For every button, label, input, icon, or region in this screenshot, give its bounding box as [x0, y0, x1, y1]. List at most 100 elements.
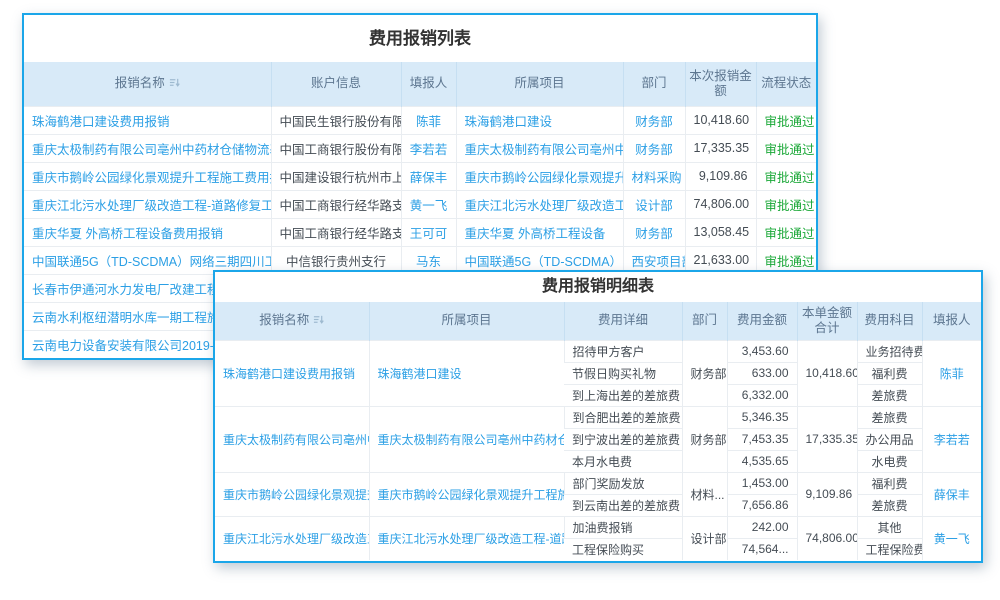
cell-amount: 6,332.00: [727, 384, 797, 406]
cell-project[interactable]: 重庆太极制药有限公司亳州中药材仓储物流: [369, 406, 564, 472]
list-col-header-amount: 本次报销金额: [685, 62, 756, 106]
cell-dept: 财务部: [682, 340, 727, 406]
detail-col-header-project: 所属项目: [369, 302, 564, 340]
table-row: 重庆太极制药有限公司亳州中药材仓储物流基地项... 中国工商银行股份有限... …: [24, 134, 816, 162]
cell-project[interactable]: 重庆江北污水处理厂级改造工...: [456, 190, 623, 218]
cell-amount: 3,453.60: [727, 340, 797, 362]
cell-category: 业务招待费: [857, 340, 922, 362]
cell-category: 其他: [857, 516, 922, 538]
list-col-header-account: 账户信息: [271, 62, 401, 106]
cell-detail: 加油费报销: [564, 516, 682, 538]
expense-detail-table: 报销名称 所属项目 费用详细 部门 费用金额 本单金额合计 费用科目 填报人 珠…: [215, 302, 981, 560]
cell-filler[interactable]: 王可可: [401, 218, 456, 246]
table-row: 重庆华夏 外高桥工程设备费用报销 中国工商银行经华路支行 王可可 重庆华夏 外高…: [24, 218, 816, 246]
cell-amount: 9,109.86: [685, 162, 756, 190]
cell-project[interactable]: 重庆江北污水处理厂级改造工程-道路修复工: [369, 516, 564, 560]
expense-list-title: 费用报销列表: [24, 15, 816, 62]
cell-amount: 5,346.35: [727, 406, 797, 428]
detail-col-header-dept: 部门: [682, 302, 727, 340]
list-header-row: 报销名称 账户信息 填报人 所属项目 部门 本次报销金额 流程状态: [24, 62, 816, 106]
cell-category: 差旅费: [857, 384, 922, 406]
cell-account: 中国工商银行股份有限...: [271, 134, 401, 162]
cell-dept[interactable]: 财务部: [623, 106, 685, 134]
cell-amount: 633.00: [727, 362, 797, 384]
cell-category: 福利费: [857, 472, 922, 494]
detail-col-header-total: 本单金额合计: [797, 302, 857, 340]
status-badge: 审批通过: [756, 162, 816, 190]
cell-amount: 10,418.60: [685, 106, 756, 134]
detail-col-header-category: 费用科目: [857, 302, 922, 340]
cell-dept[interactable]: 设计部: [623, 190, 685, 218]
cell-detail: 到上海出差的差旅费: [564, 384, 682, 406]
cell-name[interactable]: 重庆华夏 外高桥工程设备费用报销: [24, 218, 271, 246]
status-badge: 审批通过: [756, 134, 816, 162]
cell-total: 9,109.86: [797, 472, 857, 516]
cell-dept[interactable]: 财务部: [623, 134, 685, 162]
cell-project[interactable]: 重庆太极制药有限公司亳州中...: [456, 134, 623, 162]
table-row: 珠海鹤港口建设费用报销 中国民生银行股份有限... 陈菲 珠海鹤港口建设 财务部…: [24, 106, 816, 134]
expense-detail-title: 费用报销明细表: [215, 272, 981, 302]
cell-amount: 242.00: [727, 516, 797, 538]
list-col-header-status: 流程状态: [756, 62, 816, 106]
table-row: 珠海鹤港口建设费用报销 珠海鹤港口建设 招待甲方客户 财务部 3,453.60 …: [215, 340, 981, 362]
cell-total: 17,335.35: [797, 406, 857, 472]
cell-detail: 到合肥出差的差旅费: [564, 406, 682, 428]
cell-total: 10,418.60: [797, 340, 857, 406]
cell-total: 74,806.00: [797, 516, 857, 560]
sort-icon[interactable]: [169, 77, 180, 92]
cell-project[interactable]: 重庆市鹅岭公园绿化景观提升...: [456, 162, 623, 190]
cell-filler[interactable]: 黄一飞: [922, 516, 981, 560]
cell-filler[interactable]: 薛保丰: [401, 162, 456, 190]
cell-name[interactable]: 重庆市鹅岭公园绿化景观提升工程施工费用报销: [24, 162, 271, 190]
table-row: 重庆市鹅岭公园绿化景观提升工程 重庆市鹅岭公园绿化景观提升工程施工 部门奖励发放…: [215, 472, 981, 494]
cell-name[interactable]: 珠海鹤港口建设费用报销: [215, 340, 369, 406]
cell-category: 水电费: [857, 450, 922, 472]
cell-dept[interactable]: 财务部: [623, 218, 685, 246]
cell-amount: 1,453.00: [727, 472, 797, 494]
list-col-header-filler: 填报人: [401, 62, 456, 106]
cell-name[interactable]: 重庆江北污水处理厂级改造工程-: [215, 516, 369, 560]
cell-project[interactable]: 重庆华夏 外高桥工程设备: [456, 218, 623, 246]
cell-project[interactable]: 重庆市鹅岭公园绿化景观提升工程施工: [369, 472, 564, 516]
cell-amount: 17,335.35: [685, 134, 756, 162]
cell-name[interactable]: 重庆太极制药有限公司亳州中药材: [215, 406, 369, 472]
cell-name[interactable]: 珠海鹤港口建设费用报销: [24, 106, 271, 134]
cell-filler[interactable]: 李若若: [922, 406, 981, 472]
cell-detail: 到云南出差的差旅费: [564, 494, 682, 516]
cell-amount: 7,656.86: [727, 494, 797, 516]
cell-dept[interactable]: 材料采购: [623, 162, 685, 190]
cell-detail: 招待甲方客户: [564, 340, 682, 362]
list-col-header-project: 所属项目: [456, 62, 623, 106]
cell-project[interactable]: 珠海鹤港口建设: [456, 106, 623, 134]
cell-filler[interactable]: 李若若: [401, 134, 456, 162]
cell-dept: 财务部: [682, 406, 727, 472]
table-row: 重庆太极制药有限公司亳州中药材 重庆太极制药有限公司亳州中药材仓储物流 到合肥出…: [215, 406, 981, 428]
detail-header-row: 报销名称 所属项目 费用详细 部门 费用金额 本单金额合计 费用科目 填报人: [215, 302, 981, 340]
cell-name[interactable]: 重庆江北污水处理厂级改造工程-道路修复工程费用...: [24, 190, 271, 218]
cell-name[interactable]: 重庆太极制药有限公司亳州中药材仓储物流基地项...: [24, 134, 271, 162]
cell-filler[interactable]: 陈菲: [401, 106, 456, 134]
cell-name[interactable]: 重庆市鹅岭公园绿化景观提升工程: [215, 472, 369, 516]
cell-category: 工程保险费: [857, 538, 922, 560]
cell-detail: 工程保险购买: [564, 538, 682, 560]
cell-detail: 本月水电费: [564, 450, 682, 472]
cell-amount: 7,453.35: [727, 428, 797, 450]
list-col-header-name[interactable]: 报销名称: [24, 62, 271, 106]
cell-filler[interactable]: 陈菲: [922, 340, 981, 406]
cell-account: 中国民生银行股份有限...: [271, 106, 401, 134]
cell-filler[interactable]: 黄一飞: [401, 190, 456, 218]
detail-col-header-amount: 费用金额: [727, 302, 797, 340]
cell-dept: 材料...: [682, 472, 727, 516]
cell-category: 办公用品: [857, 428, 922, 450]
detail-col-header-name[interactable]: 报销名称: [215, 302, 369, 340]
cell-detail: 节假日购买礼物: [564, 362, 682, 384]
cell-account: 中国工商银行经华路支行: [271, 218, 401, 246]
cell-category: 福利费: [857, 362, 922, 384]
table-row: 重庆江北污水处理厂级改造工程-道路修复工程费用... 中国工商银行经华路支行 黄…: [24, 190, 816, 218]
cell-dept: 设计部: [682, 516, 727, 560]
cell-amount: 13,058.45: [685, 218, 756, 246]
sort-icon[interactable]: [313, 314, 324, 329]
detail-col-header-detail: 费用详细: [564, 302, 682, 340]
cell-project[interactable]: 珠海鹤港口建设: [369, 340, 564, 406]
cell-filler[interactable]: 薛保丰: [922, 472, 981, 516]
